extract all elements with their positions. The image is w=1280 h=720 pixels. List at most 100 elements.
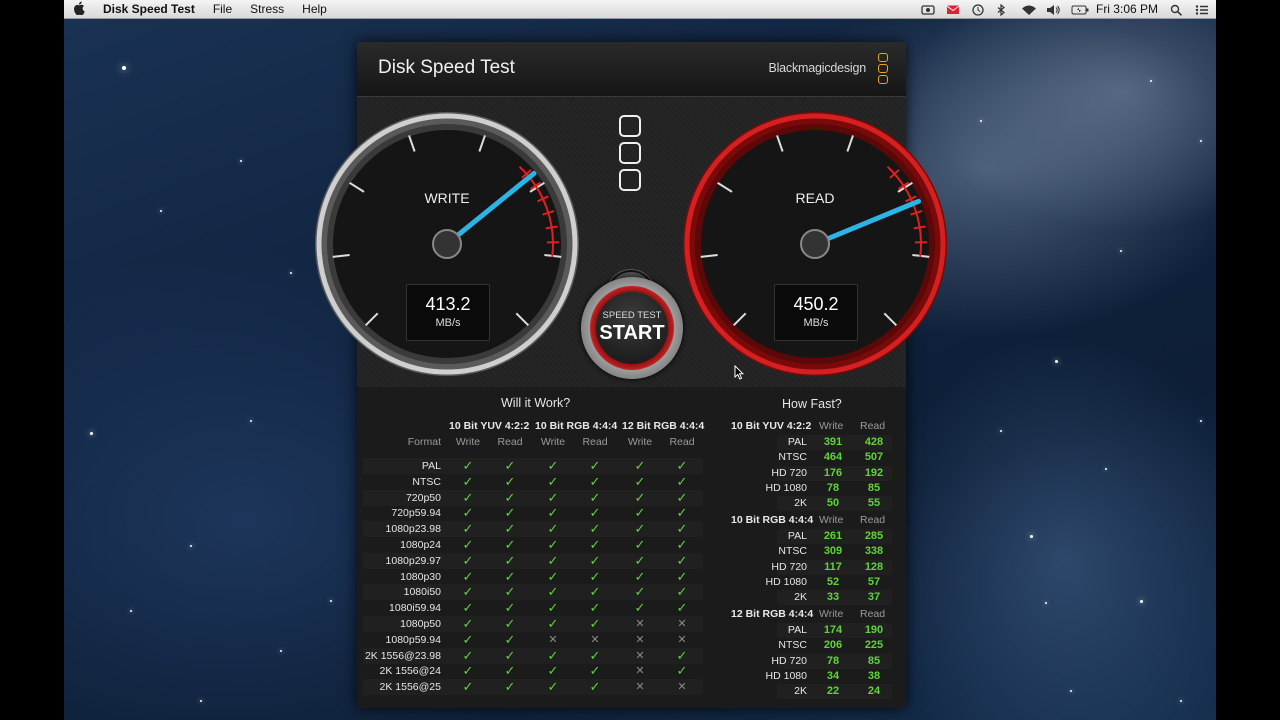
mail-icon[interactable] — [946, 4, 960, 15]
check-icon: ✓ — [547, 600, 559, 616]
how-fast-write-value: 78 — [826, 481, 840, 494]
write-speed-unit: MB/s — [435, 317, 461, 329]
will-subheader: Read — [669, 436, 695, 448]
check-icon: ✓ — [634, 568, 646, 584]
write-gauge-label: WRITE — [424, 190, 470, 206]
check-icon: ✓ — [504, 600, 516, 616]
check-icon: ✓ — [504, 521, 516, 537]
how-fast-write-header: Write — [819, 608, 844, 620]
apple-menu-icon[interactable] — [64, 1, 94, 18]
check-icon: ✓ — [504, 631, 516, 647]
cross-icon: ✕ — [677, 681, 687, 694]
check-icon: ✓ — [462, 568, 474, 584]
will-table-row: 1080p30 ✓ ✓ ✓ ✓ ✓ ✓ — [363, 569, 703, 585]
menu-stress[interactable]: Stress — [241, 2, 293, 16]
check-icon: ✓ — [589, 663, 601, 679]
check-icon: ✓ — [504, 568, 516, 584]
check-icon: ✓ — [676, 647, 688, 663]
cross-icon: ✕ — [635, 633, 645, 646]
star — [1200, 420, 1202, 422]
will-table-row: 1080i50 ✓ ✓ ✓ ✓ ✓ ✓ — [363, 584, 703, 601]
will-table-row: 720p50 ✓ ✓ ✓ ✓ ✓ ✓ — [363, 489, 703, 506]
format-label: 1080p23.98 — [385, 523, 441, 536]
how-fast-write-value: 22 — [826, 685, 840, 698]
menu-app-name[interactable]: Disk Speed Test — [94, 2, 204, 16]
star — [122, 66, 126, 70]
how-fast-read-value: 24 — [867, 685, 881, 698]
how-fast-row-label: 2K — [794, 497, 807, 510]
format-label: 1080p30 — [400, 570, 441, 583]
format-label: 720p59.94 — [391, 507, 441, 520]
check-icon: ✓ — [589, 552, 601, 568]
window-titlebar[interactable]: Disk Speed Test Blackmagicdesign — [357, 42, 906, 97]
star — [90, 432, 93, 435]
format-label: NTSC — [412, 475, 441, 488]
write-speed-value: 413.2 — [425, 294, 471, 314]
star — [1105, 468, 1107, 470]
check-icon: ✓ — [547, 679, 559, 695]
how-fast-title: How Fast? — [782, 397, 842, 411]
how-fast-read-value: 285 — [864, 530, 884, 542]
format-label: 2K 1556@24 — [379, 665, 441, 678]
menu-file[interactable]: File — [204, 2, 241, 16]
start-button[interactable]: SPEED TEST START — [581, 277, 683, 379]
check-icon: ✓ — [547, 552, 559, 568]
check-icon: ✓ — [634, 584, 646, 600]
check-icon: ✓ — [504, 647, 516, 663]
screen: Disk Speed Test File Stress Help Fri 3:0… — [0, 0, 1280, 720]
check-icon: ✓ — [634, 600, 646, 616]
brand-name: Blackmagicdesign — [768, 61, 866, 75]
how-fast-row-label: HD 720 — [771, 654, 807, 667]
check-icon: ✓ — [676, 584, 688, 600]
spotlight-search-icon[interactable] — [1170, 4, 1183, 16]
how-fast-read-value: 190 — [864, 624, 884, 636]
check-icon: ✓ — [547, 458, 559, 473]
format-label: 2K 1556@23.98 — [364, 649, 441, 662]
check-icon: ✓ — [504, 537, 516, 552]
notification-center-icon[interactable] — [1195, 4, 1208, 15]
check-icon: ✓ — [589, 679, 601, 695]
volume-icon[interactable] — [1046, 4, 1060, 15]
format-label: 1080p24 — [400, 539, 441, 551]
how-fast-read-value: 192 — [864, 466, 884, 479]
check-icon: ✓ — [504, 616, 516, 631]
wifi-icon[interactable] — [1021, 4, 1036, 15]
read-speed-value: 450.2 — [793, 294, 839, 314]
gauge-hub — [432, 229, 462, 259]
cross-icon: ✕ — [635, 681, 645, 694]
how-fast-write-value: 50 — [826, 497, 840, 510]
bluetooth-icon[interactable] — [996, 3, 1009, 16]
how-fast-read-value: 57 — [867, 575, 881, 588]
will-table-row: NTSC ✓ ✓ ✓ ✓ ✓ ✓ — [363, 474, 703, 490]
cross-icon: ✕ — [635, 665, 645, 678]
star — [1045, 602, 1047, 604]
how-fast-row-label: 2K — [794, 591, 807, 604]
battery-icon[interactable] — [1071, 4, 1089, 15]
blackmagic-center-logo-icon — [619, 115, 641, 196]
will-subheader: Read — [497, 436, 523, 448]
how-fast-read-value: 37 — [867, 591, 881, 604]
read-speed-unit: MB/s — [803, 317, 829, 329]
will-table-row: 1080p24 ✓ ✓ ✓ ✓ ✓ ✓ — [363, 537, 703, 553]
check-icon: ✓ — [634, 505, 646, 521]
time-machine-icon[interactable] — [971, 3, 984, 16]
check-icon: ✓ — [676, 663, 688, 679]
format-label: PAL — [421, 460, 441, 472]
will-table-row: 2K 1556@24 ✓ ✓ ✓ ✓ ✕ ✓ — [363, 663, 703, 679]
menu-help[interactable]: Help — [293, 2, 336, 16]
camera-icon[interactable] — [921, 4, 935, 15]
how-fast-write-value: 174 — [823, 624, 843, 636]
check-icon: ✓ — [547, 473, 559, 489]
check-icon: ✓ — [462, 600, 474, 616]
check-icon: ✓ — [547, 568, 559, 584]
check-icon: ✓ — [462, 473, 474, 489]
star — [1030, 535, 1033, 538]
will-table-row: 1080p59.94 ✓ ✓ ✕ ✕ ✕ ✕ — [363, 632, 703, 648]
menubar-clock[interactable]: Fri 3:06 PM — [1096, 2, 1158, 16]
how-fast-read-value: 428 — [864, 436, 884, 448]
check-icon: ✓ — [462, 505, 474, 521]
cross-icon: ✕ — [548, 633, 558, 646]
check-icon: ✓ — [504, 473, 516, 489]
check-icon: ✓ — [676, 521, 688, 537]
menu-bar: Disk Speed Test File Stress Help Fri 3:0… — [64, 0, 1216, 19]
